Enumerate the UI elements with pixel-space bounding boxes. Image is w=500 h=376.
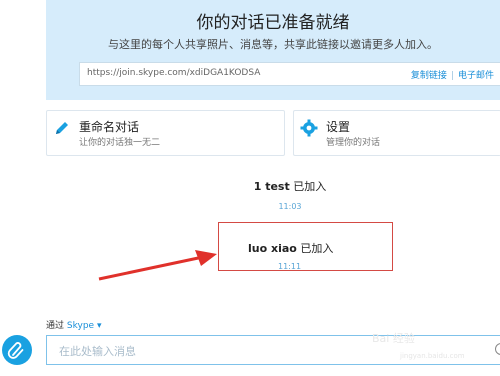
message-input[interactable]: 在此处输入消息 [46,335,500,365]
paperclip-icon [7,342,24,359]
message-timestamp: 11:11 [278,262,302,271]
message-input-placeholder: 在此处输入消息 [59,345,136,358]
send-via[interactable]: 通过 Skype ▾ [46,318,101,331]
gear-icon [300,119,318,137]
separator: | [450,71,454,81]
message-user: 1 test [253,180,290,193]
chevron-down-icon[interactable]: ▾ [97,321,102,331]
banner-subtitle: 与这里的每个人共享照片、消息等，共享此链接以邀请更多人加入。 [108,38,438,51]
attach-button[interactable] [2,335,32,365]
copy-link-button[interactable]: 复制链接 [411,71,447,81]
invite-link-box[interactable]: https://join.skype.com/xdiDGA1KODSA 复制链接… [79,62,500,86]
watermark-url: jingyan.baidu.com [400,352,465,360]
annotation-arrow-icon [98,250,217,281]
network-selector[interactable]: Skype [67,321,94,331]
settings-title: 设置 [326,120,351,134]
message-action: 已加入 [293,180,327,193]
rename-conversation-card[interactable]: 重命名对话 让你的对话独一无二 [46,110,285,156]
link-actions: 复制链接 | 电子邮件 [411,68,494,81]
via-label: 通过 [46,321,65,331]
email-button[interactable]: 电子邮件 [458,71,494,81]
invite-link-url[interactable]: https://join.skype.com/xdiDGA1KODSA [87,68,260,78]
rename-title: 重命名对话 [79,120,140,134]
system-message: luo xiao 已加入 [248,240,333,256]
emoji-icon[interactable] [495,343,500,355]
pencil-icon [56,122,68,134]
message-action: 已加入 [300,242,334,255]
watermark-logo: Bai 经验 [372,332,415,345]
message-user: luo xiao [248,242,297,255]
rename-desc: 让你的对话独一无二 [79,138,161,148]
invite-banner: 你的对话已准备就绪 与这里的每个人共享照片、消息等，共享此链接以邀请更多人加入。… [46,0,500,100]
message-timestamp: 11:03 [278,202,302,211]
settings-desc: 管理你的对话 [326,138,381,148]
system-message: 1 test 已加入 [0,178,500,194]
settings-card[interactable]: 设置 管理你的对话 [293,110,500,156]
banner-title: 你的对话已准备就绪 [196,13,350,33]
